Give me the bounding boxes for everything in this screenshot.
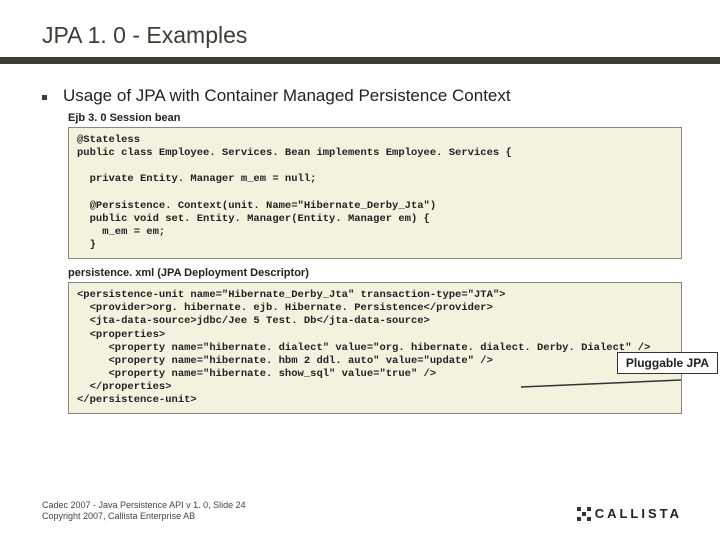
footer-line-1: Cadec 2007 - Java Persistence API v 1. 0… [42, 500, 246, 511]
bullet-text: Usage of JPA with Container Managed Pers… [63, 86, 511, 106]
code-block-1: @Stateless public class Employee. Servic… [68, 127, 682, 259]
callout-connector [521, 379, 685, 381]
footer-line-2: Copyright 2007, Callista Enterprise AB [42, 511, 246, 522]
title-rule [0, 57, 720, 64]
footer-text: Cadec 2007 - Java Persistence API v 1. 0… [42, 500, 246, 523]
code-label-2: persistence. xml (JPA Deployment Descrip… [68, 267, 682, 279]
callista-logo: CALLISTA [577, 506, 682, 522]
code-text-1: @Stateless public class Employee. Servic… [77, 134, 512, 251]
logo-text: CALLISTA [595, 506, 682, 522]
slide-title: JPA 1. 0 - Examples [42, 22, 682, 49]
slide-footer: Cadec 2007 - Java Persistence API v 1. 0… [42, 500, 682, 523]
logo-mark-icon [577, 507, 591, 521]
code-label-1: Ejb 3. 0 Session bean [68, 112, 682, 124]
callout-pluggable-jpa: Pluggable JPA [617, 352, 718, 374]
bullet-item: Usage of JPA with Container Managed Pers… [30, 86, 682, 106]
bullet-marker [42, 95, 47, 100]
code-block-2: <persistence-unit name="Hibernate_Derby_… [68, 282, 682, 414]
